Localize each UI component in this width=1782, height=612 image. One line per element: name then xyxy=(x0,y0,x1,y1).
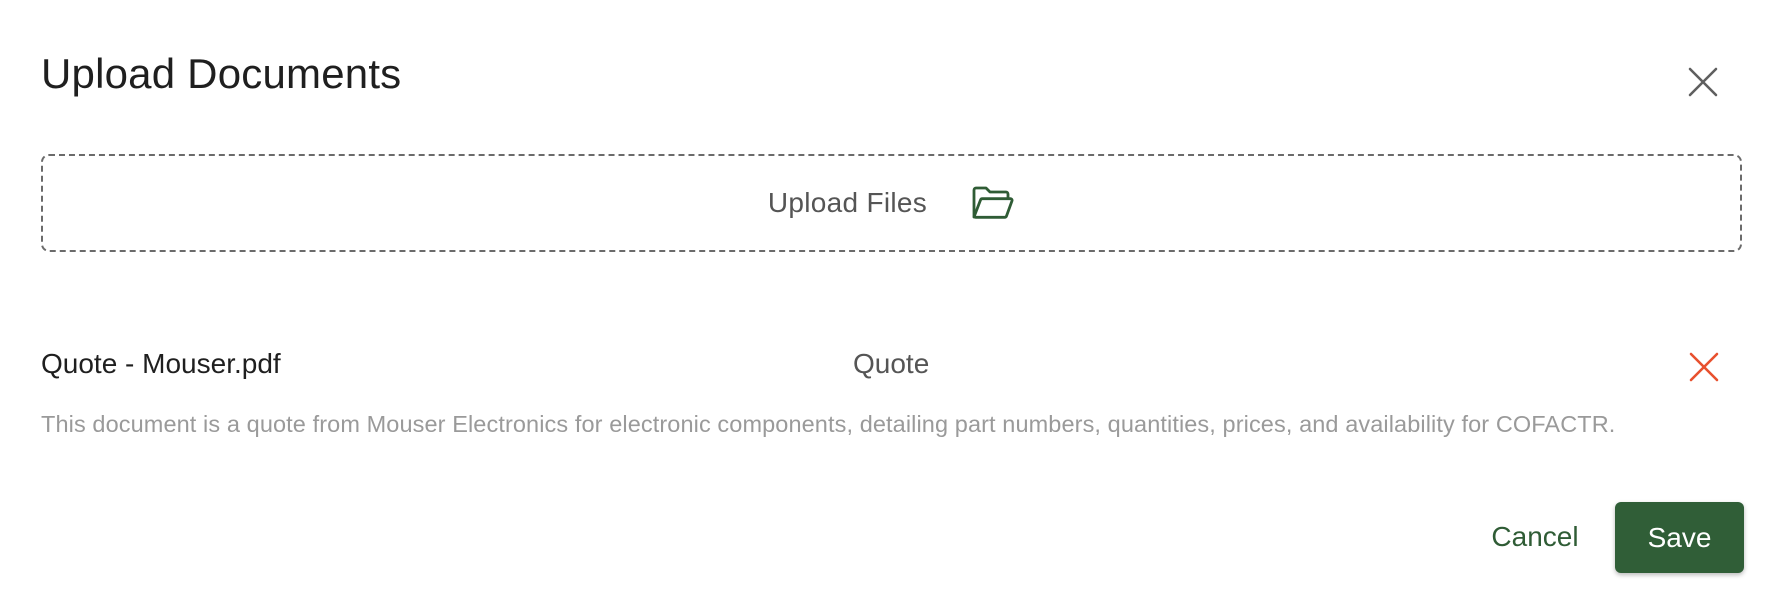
file-type[interactable]: Quote xyxy=(853,348,929,380)
save-button[interactable]: Save xyxy=(1615,502,1744,573)
remove-x-icon xyxy=(1687,350,1721,384)
close-icon xyxy=(1685,64,1721,100)
file-description: This document is a quote from Mouser Ele… xyxy=(41,411,1616,437)
close-button[interactable] xyxy=(1685,64,1721,100)
upload-files-dropzone[interactable]: Upload Files xyxy=(41,154,1742,252)
file-name: Quote - Mouser.pdf xyxy=(41,348,281,379)
remove-file-button[interactable] xyxy=(1687,350,1721,384)
dialog-title: Upload Documents xyxy=(41,50,402,97)
file-row: Quote - Mouser.pdf Quote xyxy=(41,344,1742,388)
cancel-button[interactable]: Cancel xyxy=(1470,511,1600,563)
upload-files-label: Upload Files xyxy=(767,187,928,218)
upload-documents-dialog: Upload Documents Upload Files Quote - Mo… xyxy=(0,0,1782,612)
folder-open-icon xyxy=(971,184,1015,222)
